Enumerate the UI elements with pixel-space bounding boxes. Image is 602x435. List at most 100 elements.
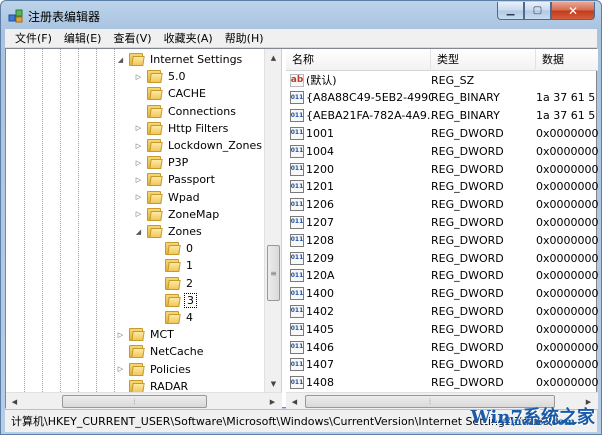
tree-horizontal-scrollbar[interactable]: ◀ ⦙ ▶ — [6, 392, 282, 409]
binary-value-icon: 011 — [290, 109, 304, 123]
list-item[interactable]: 011 1208 REG_DWORD 0x0000000 — [286, 231, 598, 249]
tree-item[interactable]: 2 — [152, 275, 195, 292]
folder-icon — [146, 87, 163, 101]
expanded-arrow-icon[interactable]: ◢ — [134, 227, 143, 236]
list-item[interactable]: 011 1407 REG_DWORD 0x0000000 — [286, 356, 598, 374]
value-type: REG_DWORD — [431, 233, 504, 247]
tree-item[interactable]: ▷ P3P — [134, 154, 190, 171]
list-item[interactable]: 011 1207 REG_DWORD 0x0000000 — [286, 213, 598, 231]
value-name: 1206 — [306, 198, 334, 212]
tree-item[interactable]: CACHE — [134, 85, 208, 102]
collapsed-arrow-icon[interactable]: ▷ — [116, 330, 125, 339]
tree-guide-line — [78, 49, 79, 392]
menu-edit[interactable]: 编辑(E) — [58, 29, 108, 48]
minimize-button[interactable]: ▁ — [497, 2, 524, 20]
list-item[interactable]: 011 1406 REG_DWORD 0x0000000 — [286, 338, 598, 356]
column-header-name[interactable]: 名称 — [286, 49, 431, 71]
tree-item[interactable]: ▷ Policies — [116, 361, 193, 378]
menu-favorites[interactable]: 收藏夹(A) — [158, 29, 219, 48]
list-item[interactable]: 011 1402 REG_DWORD 0x0000000 — [286, 302, 598, 320]
scroll-thumb[interactable]: ≡ — [267, 245, 280, 301]
binary-value-icon: 011 — [290, 358, 304, 372]
tree-item[interactable]: ▷ ZoneMap — [134, 206, 221, 223]
binary-value-icon: 011 — [290, 287, 304, 301]
scroll-thumb[interactable]: ⦙ — [62, 395, 207, 408]
tree-item[interactable]: RADAR — [116, 378, 190, 392]
title-bar[interactable]: 注册表编辑器 ▁ ▢ ✕ — [1, 1, 601, 29]
expanded-arrow-icon[interactable]: ◢ — [116, 55, 125, 64]
value-name: 1200 — [306, 162, 334, 176]
menu-view[interactable]: 查看(V) — [107, 29, 157, 48]
scroll-left-arrow-icon[interactable]: ◀ — [286, 393, 303, 409]
collapsed-arrow-icon[interactable]: ▷ — [134, 72, 143, 81]
value-name: 1201 — [306, 180, 334, 194]
value-data: 1a 37 61 5 — [536, 91, 596, 105]
collapsed-arrow-icon[interactable]: ▷ — [134, 193, 143, 202]
menu-file[interactable]: 文件(F) — [9, 29, 58, 48]
list-item[interactable]: 011 120A REG_DWORD 0x0000000 — [286, 267, 598, 285]
tree-item[interactable]: ▷ 5.0 — [134, 68, 188, 85]
list-item[interactable]: ab (默认) REG_SZ — [286, 71, 598, 89]
values-list[interactable]: 名称 类型 数据 ab (默认) REG_SZ 011 {A8A88C49-5EB2-4… — [286, 49, 598, 409]
tree-item[interactable]: ▷ Lockdown_Zones — [134, 137, 264, 154]
column-header-type[interactable]: 类型 — [431, 49, 536, 71]
value-type: REG_DWORD — [431, 358, 504, 372]
value-type: REG_DWORD — [431, 180, 504, 194]
tree-item[interactable]: ◢ Zones — [134, 223, 204, 240]
column-header-data[interactable]: 数据 — [536, 49, 598, 71]
value-type: REG_BINARY — [431, 109, 500, 123]
list-item[interactable]: 011 {AEBA21FA-782A-4A9... REG_BINARY 1a 37 … — [286, 107, 598, 125]
collapsed-arrow-icon[interactable]: ▷ — [134, 141, 143, 150]
value-data: 1a 37 61 5 — [536, 109, 596, 123]
list-item[interactable]: 011 1201 REG_DWORD 0x0000000 — [286, 178, 598, 196]
binary-value-icon: 011 — [290, 340, 304, 354]
scroll-right-arrow-icon[interactable]: ▶ — [264, 393, 281, 410]
tree-item[interactable]: NetCache — [116, 343, 206, 360]
list-item[interactable]: 011 1001 REG_DWORD 0x0000000 — [286, 124, 598, 142]
tree-item[interactable]: ▷ Wpad — [134, 189, 202, 206]
scroll-down-arrow-icon[interactable]: ▼ — [265, 375, 281, 392]
registry-tree[interactable]: ◢ Internet Settings ▷ 5.0 CACHE Connections ▷ H… — [6, 49, 282, 392]
tree-item[interactable]: ▷ Passport — [134, 171, 217, 188]
tree-item[interactable]: 3 — [152, 292, 197, 309]
tree-item[interactable]: Connections — [134, 103, 238, 120]
value-type: REG_DWORD — [431, 126, 504, 140]
value-name: (默认) — [306, 74, 337, 87]
regedit-app-icon — [8, 9, 23, 23]
tree-item[interactable]: ▷ Http Filters — [134, 120, 230, 137]
tree-item[interactable]: 1 — [152, 257, 195, 274]
tree-item[interactable]: ◢ Internet Settings — [116, 51, 244, 68]
maximize-button[interactable]: ▢ — [524, 2, 551, 20]
tree-item-label: 5.0 — [168, 70, 186, 84]
list-item[interactable]: 011 1206 REG_DWORD 0x0000000 — [286, 196, 598, 214]
scroll-left-arrow-icon[interactable]: ◀ — [6, 393, 23, 410]
scroll-up-arrow-icon[interactable]: ▲ — [265, 49, 281, 66]
menu-help[interactable]: 帮助(H) — [219, 29, 270, 48]
list-item[interactable]: 011 1405 REG_DWORD 0x0000000 — [286, 320, 598, 338]
close-button[interactable]: ✕ — [551, 2, 595, 20]
list-item[interactable]: 011 1408 REG_DWORD 0x0000000 — [286, 374, 598, 392]
tree-vertical-scrollbar[interactable]: ▲ ≡ ▼ — [264, 49, 281, 392]
list-item[interactable]: 011 1200 REG_DWORD 0x0000000 — [286, 160, 598, 178]
tree-item[interactable]: 4 — [152, 309, 195, 326]
collapsed-arrow-icon[interactable]: ▷ — [116, 365, 125, 374]
list-item[interactable]: 011 1209 REG_DWORD 0x0000000 — [286, 249, 598, 267]
binary-value-icon: 011 — [290, 126, 304, 140]
value-data: 0x0000000 — [536, 287, 598, 301]
collapsed-arrow-icon[interactable]: ▷ — [134, 124, 143, 133]
tree-item[interactable]: ▷ MCT — [116, 326, 176, 343]
collapsed-arrow-icon[interactable]: ▷ — [134, 158, 143, 167]
tree-item[interactable]: 0 — [152, 240, 195, 257]
list-item[interactable]: 011 {A8A88C49-5EB2-4990... REG_BINARY 1a 37… — [286, 89, 598, 107]
tree-item-label: Lockdown_Zones — [168, 139, 262, 152]
collapsed-arrow-icon[interactable]: ▷ — [134, 210, 143, 219]
watermark-sub: Winwin7.com — [499, 417, 575, 428]
collapsed-arrow-icon[interactable]: ▷ — [134, 175, 143, 184]
list-item[interactable]: 011 1004 REG_DWORD 0x0000000 — [286, 142, 598, 160]
value-name: 120A — [306, 269, 335, 283]
value-type: REG_DWORD — [431, 162, 504, 176]
list-item[interactable]: 011 1400 REG_DWORD 0x0000000 — [286, 285, 598, 303]
